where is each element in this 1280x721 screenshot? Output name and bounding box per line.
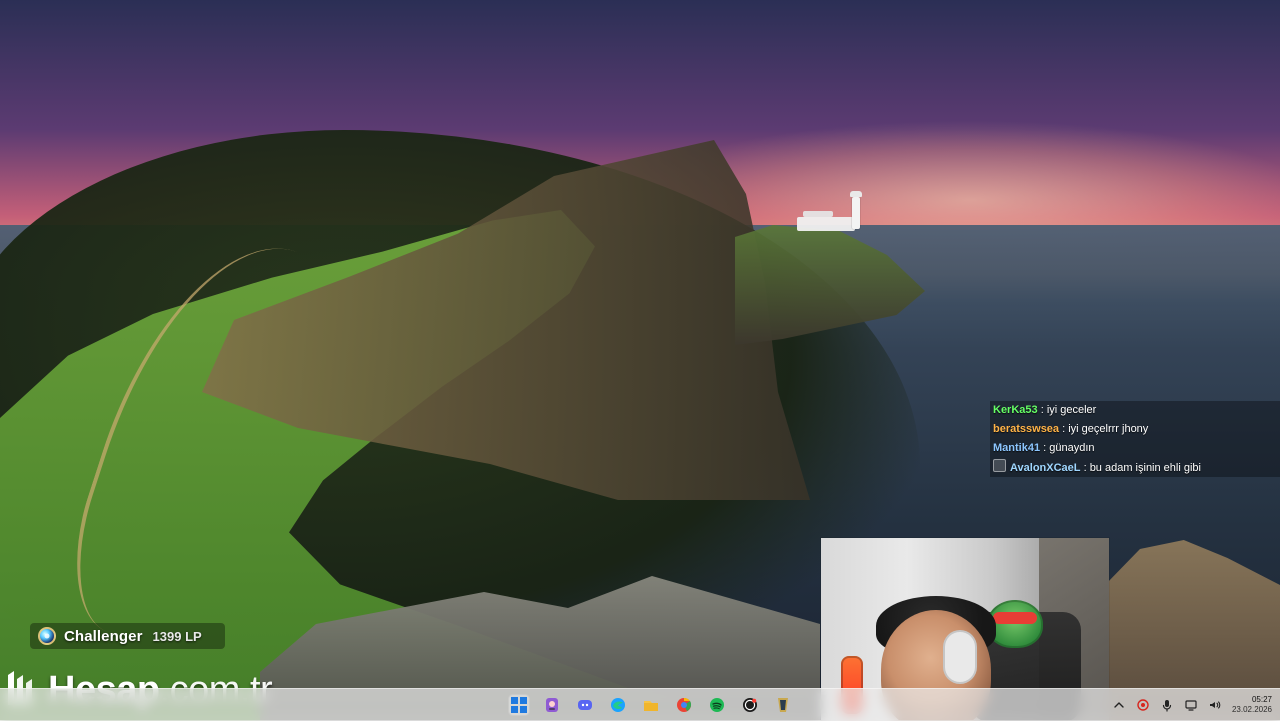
windows-start-button[interactable]	[508, 694, 530, 716]
game-app-button[interactable]	[541, 694, 563, 716]
obs-icon	[743, 698, 757, 712]
chat-username: beratsswsea	[993, 423, 1060, 435]
tray-recording-icon	[1137, 699, 1149, 711]
lighthouse-icon	[850, 191, 862, 229]
chrome-button[interactable]	[673, 694, 695, 716]
chat-message: AvalonXCaeL : bu adam işinin ehli gibi	[993, 458, 1201, 476]
chat-text: günaydın	[1049, 442, 1095, 454]
league-button[interactable]	[772, 694, 794, 716]
tray-volume-button[interactable]	[1208, 698, 1222, 712]
tray-mic-icon	[1162, 700, 1172, 712]
chat-separator: :	[1080, 462, 1090, 474]
chat-text: iyi geçelrrr jhony	[1068, 423, 1149, 435]
edge-button[interactable]	[607, 694, 629, 716]
tray-network-button[interactable]	[1184, 698, 1198, 712]
league-icon	[778, 698, 788, 712]
obs-button[interactable]	[739, 694, 761, 716]
chat-overlay: KerKa53 : iyi geceler beratsswsea : iyi …	[990, 401, 1280, 477]
chat-separator: :	[1040, 442, 1050, 454]
tray-network-icon	[1185, 700, 1197, 711]
tray-chevron-up-icon	[1114, 702, 1124, 708]
spotify-icon	[710, 698, 724, 712]
file-explorer-button[interactable]	[640, 694, 662, 716]
rank-badge: Challenger 1399 LP	[30, 623, 225, 649]
lighthouse-building	[797, 211, 855, 231]
clock-time: 05:27	[1251, 695, 1272, 704]
taskbar: 05:27 23.02.2026	[0, 688, 1280, 721]
game-app-icon	[546, 698, 558, 712]
chat-text: iyi geceler	[1046, 404, 1097, 416]
discord-button[interactable]	[574, 694, 596, 716]
system-tray: 05:27 23.02.2026	[1112, 689, 1280, 721]
chat-separator: :	[1037, 404, 1047, 416]
turtle-plush-mask	[993, 612, 1037, 624]
chrome-icon	[677, 697, 692, 712]
chat-username: AvalonXCaeL	[1010, 462, 1081, 474]
tray-recording-button[interactable]	[1136, 698, 1150, 712]
challenger-rank-icon	[38, 627, 56, 645]
edge-icon	[611, 698, 625, 712]
chat-message: KerKa53 : iyi geceler	[993, 401, 1096, 419]
chat-username: Mantik41	[993, 442, 1041, 454]
clock-date: 23.02.2026	[1231, 705, 1272, 714]
rank-lp: 1399 LP	[152, 628, 202, 644]
chat-username: KerKa53	[993, 404, 1038, 416]
chat-message: Mantik41 : günaydın	[993, 439, 1095, 457]
user-badge-icon	[993, 459, 1006, 472]
rank-name: Challenger	[64, 627, 143, 645]
tray-volume-icon	[1209, 701, 1221, 709]
file-explorer-icon	[644, 701, 658, 711]
discord-icon	[578, 700, 592, 710]
tray-chevron-up-button[interactable]	[1112, 698, 1126, 712]
headset-icon	[943, 630, 977, 684]
chat-message: beratsswsea : iyi geçelrrr jhony	[993, 420, 1148, 438]
tray-mic-button[interactable]	[1160, 698, 1174, 712]
taskbar-pinned-apps	[508, 689, 794, 721]
windows-start-icon	[511, 697, 527, 713]
spotify-button[interactable]	[706, 694, 728, 716]
chat-separator: :	[1059, 423, 1069, 435]
taskbar-clock[interactable]: 05:27 23.02.2026	[1232, 695, 1272, 715]
chat-text: bu adam işinin ehli gibi	[1089, 462, 1201, 474]
